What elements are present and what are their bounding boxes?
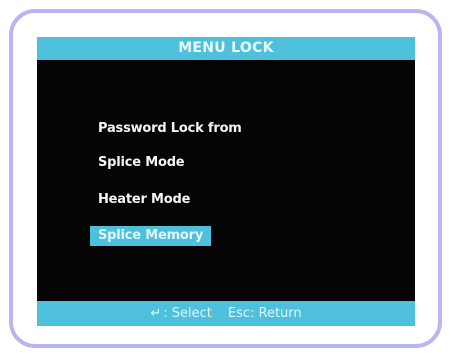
title-bar: MENU LOCK — [37, 37, 415, 60]
menu-item-splice-mode[interactable]: Splice Mode — [90, 153, 192, 173]
return-hint: Esc: Return — [227, 306, 302, 321]
menu-item-splice-memory[interactable]: Splice Memory — [90, 226, 212, 246]
select-hint: : Select — [163, 306, 212, 321]
menu-item-heater-mode[interactable]: Heater Mode — [90, 190, 198, 210]
menu-heading: Password Lock from — [98, 121, 242, 136]
enter-key-icon: ↵ — [150, 306, 162, 321]
footer-bar: ↵: Select Esc: Return — [37, 301, 415, 326]
page-title: MENU LOCK — [178, 40, 274, 56]
lcd-screen: MENU LOCK Password Lock from Splice Mode… — [37, 37, 415, 326]
